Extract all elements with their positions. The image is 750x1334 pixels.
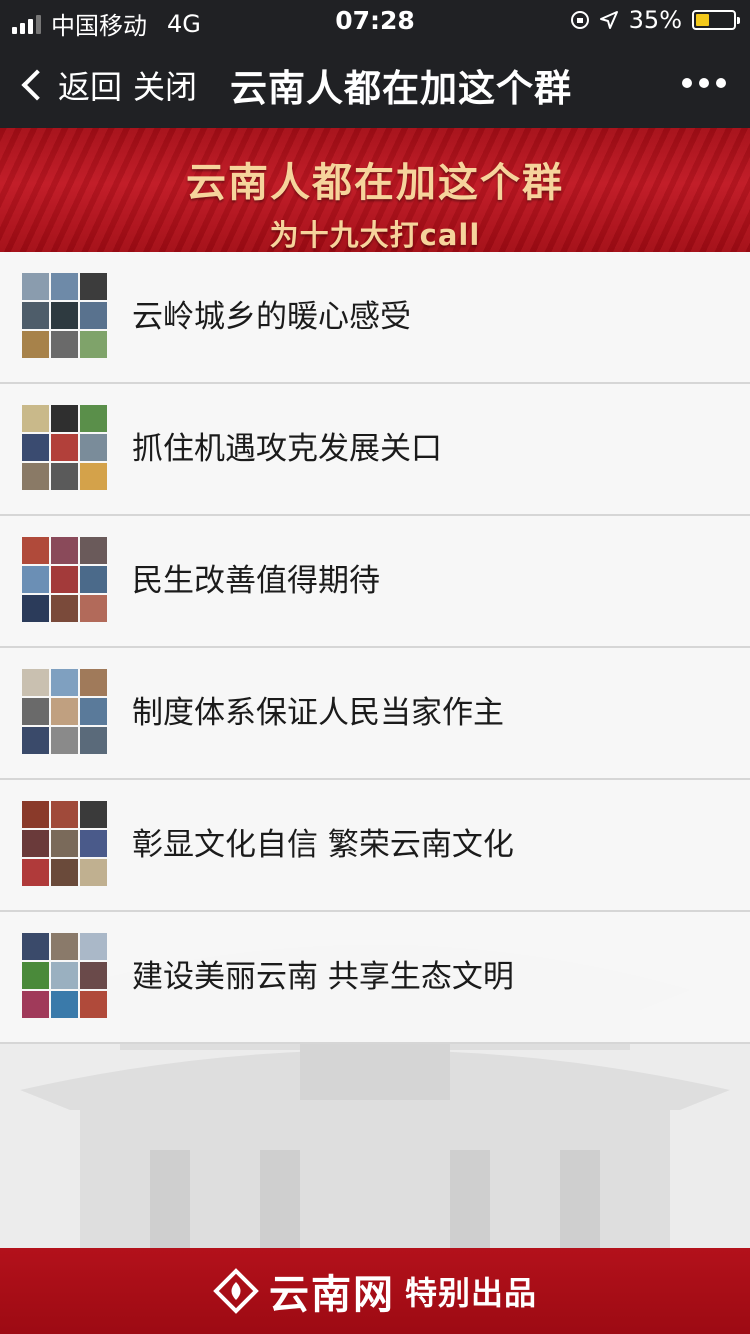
thumbnail-image: [51, 273, 78, 300]
status-bar: 中国移动 4G 07:28 35%: [0, 0, 750, 40]
battery-percent: 35%: [628, 6, 682, 34]
thumbnail-image: [80, 273, 107, 300]
footer-note: 特别出品: [404, 1274, 537, 1312]
thumbnail-image: [80, 991, 107, 1018]
thumbnail-image: [22, 405, 49, 432]
thumbnail-collage: [22, 405, 108, 491]
thumbnail-image: [51, 405, 78, 432]
thumbnail-collage: [22, 669, 108, 755]
thumbnail-image: [51, 434, 78, 461]
thumbnail-image: [22, 991, 49, 1018]
back-label: 返回: [58, 68, 123, 106]
thumbnail-image: [22, 463, 49, 490]
thumbnail-image: [51, 331, 78, 358]
thumbnail-image: [22, 962, 49, 989]
thumbnail-image: [22, 331, 49, 358]
list-item[interactable]: 彰显文化自信 繁荣云南文化: [0, 780, 750, 912]
list-item[interactable]: 民生改善值得期待: [0, 516, 750, 648]
thumbnail-image: [80, 566, 107, 593]
back-button[interactable]: 返回: [18, 62, 122, 108]
thumbnail-collage: [22, 933, 108, 1019]
thumbnail-image: [80, 537, 107, 564]
topic-list: 云岭城乡的暖心感受 抓住机遇攻克发展关口 民生改善值得期待制度体系保证人民当家作主彰…: [0, 252, 750, 1044]
thumbnail-image: [80, 698, 107, 725]
thumbnail-image: [22, 933, 49, 960]
banner-subtitle: 为十九大打call: [269, 218, 481, 252]
thumbnail-image: [51, 566, 78, 593]
thumbnail-image: [80, 434, 107, 461]
thumbnail-image: [51, 962, 78, 989]
thumbnail-image: [80, 405, 107, 432]
list-item-label: 制度体系保证人民当家作主: [132, 695, 504, 731]
list-item-label: 建设美丽云南 共享生态文明: [132, 959, 514, 995]
thumbnail-image: [22, 727, 49, 754]
list-item-label: 民生改善值得期待: [132, 563, 380, 599]
list-item-label: 抓住机遇攻克发展关口: [132, 431, 442, 467]
list-item-label: 云岭城乡的暖心感受: [132, 299, 411, 335]
thumbnail-image: [80, 801, 107, 828]
thumbnail-image: [22, 830, 49, 857]
nav-bar: 返回 关闭 云南人都在加这个群: [0, 40, 750, 128]
thumbnail-image: [51, 595, 78, 622]
thumbnail-image: [51, 669, 78, 696]
thumbnail-image: [22, 566, 49, 593]
thumbnail-image: [80, 933, 107, 960]
list-item[interactable]: 云岭城乡的暖心感受: [0, 252, 750, 384]
thumbnail-image: [80, 859, 107, 886]
thumbnail-image: [80, 595, 107, 622]
thumbnail-image: [51, 463, 78, 490]
thumbnail-image: [22, 273, 49, 300]
list-item[interactable]: 建设美丽云南 共享生态文明: [0, 912, 750, 1044]
thumbnail-image: [22, 302, 49, 329]
thumbnail-collage: [22, 537, 108, 623]
thumbnail-image: [22, 434, 49, 461]
page-title: 云南人都在加这个群: [230, 67, 572, 110]
thumbnail-image: [51, 830, 78, 857]
thumbnail-collage: [22, 273, 108, 359]
header-banner: 云南人都在加这个群 为十九大打call: [0, 128, 750, 252]
thumbnail-image: [22, 859, 49, 886]
thumbnail-collage: [22, 801, 108, 887]
orientation-lock-icon: [570, 11, 589, 29]
thumbnail-image: [51, 537, 78, 564]
thumbnail-image: [22, 669, 49, 696]
chevron-left-icon: [21, 69, 53, 101]
list-item[interactable]: 抓住机遇攻克发展关口: [0, 384, 750, 516]
thumbnail-image: [80, 727, 107, 754]
thumbnail-image: [80, 463, 107, 490]
thumbnail-image: [80, 302, 107, 329]
footer: 云南网 特别出品: [0, 1248, 750, 1334]
thumbnail-image: [22, 537, 49, 564]
thumbnail-image: [80, 331, 107, 358]
location-arrow-icon: [599, 11, 618, 29]
footer-brand: 云南网: [268, 1271, 395, 1318]
more-dots-icon[interactable]: [682, 78, 726, 88]
thumbnail-image: [22, 801, 49, 828]
thumbnail-image: [51, 727, 78, 754]
thumbnail-image: [22, 698, 49, 725]
thumbnail-image: [80, 669, 107, 696]
thumbnail-image: [22, 595, 49, 622]
thumbnail-image: [51, 859, 78, 886]
list-item[interactable]: 制度体系保证人民当家作主: [0, 648, 750, 780]
battery-icon: [692, 10, 740, 30]
thumbnail-image: [51, 801, 78, 828]
thumbnail-image: [80, 830, 107, 857]
close-button[interactable]: 关闭: [133, 62, 197, 108]
banner-title: 云南人都在加这个群: [186, 159, 564, 206]
thumbnail-image: [51, 933, 78, 960]
thumbnail-image: [51, 991, 78, 1018]
thumbnail-image: [51, 302, 78, 329]
list-item-label: 彰显文化自信 繁荣云南文化: [132, 827, 514, 863]
thumbnail-image: [51, 698, 78, 725]
thumbnail-image: [80, 962, 107, 989]
yunnan-net-logo-icon: [213, 1268, 259, 1314]
